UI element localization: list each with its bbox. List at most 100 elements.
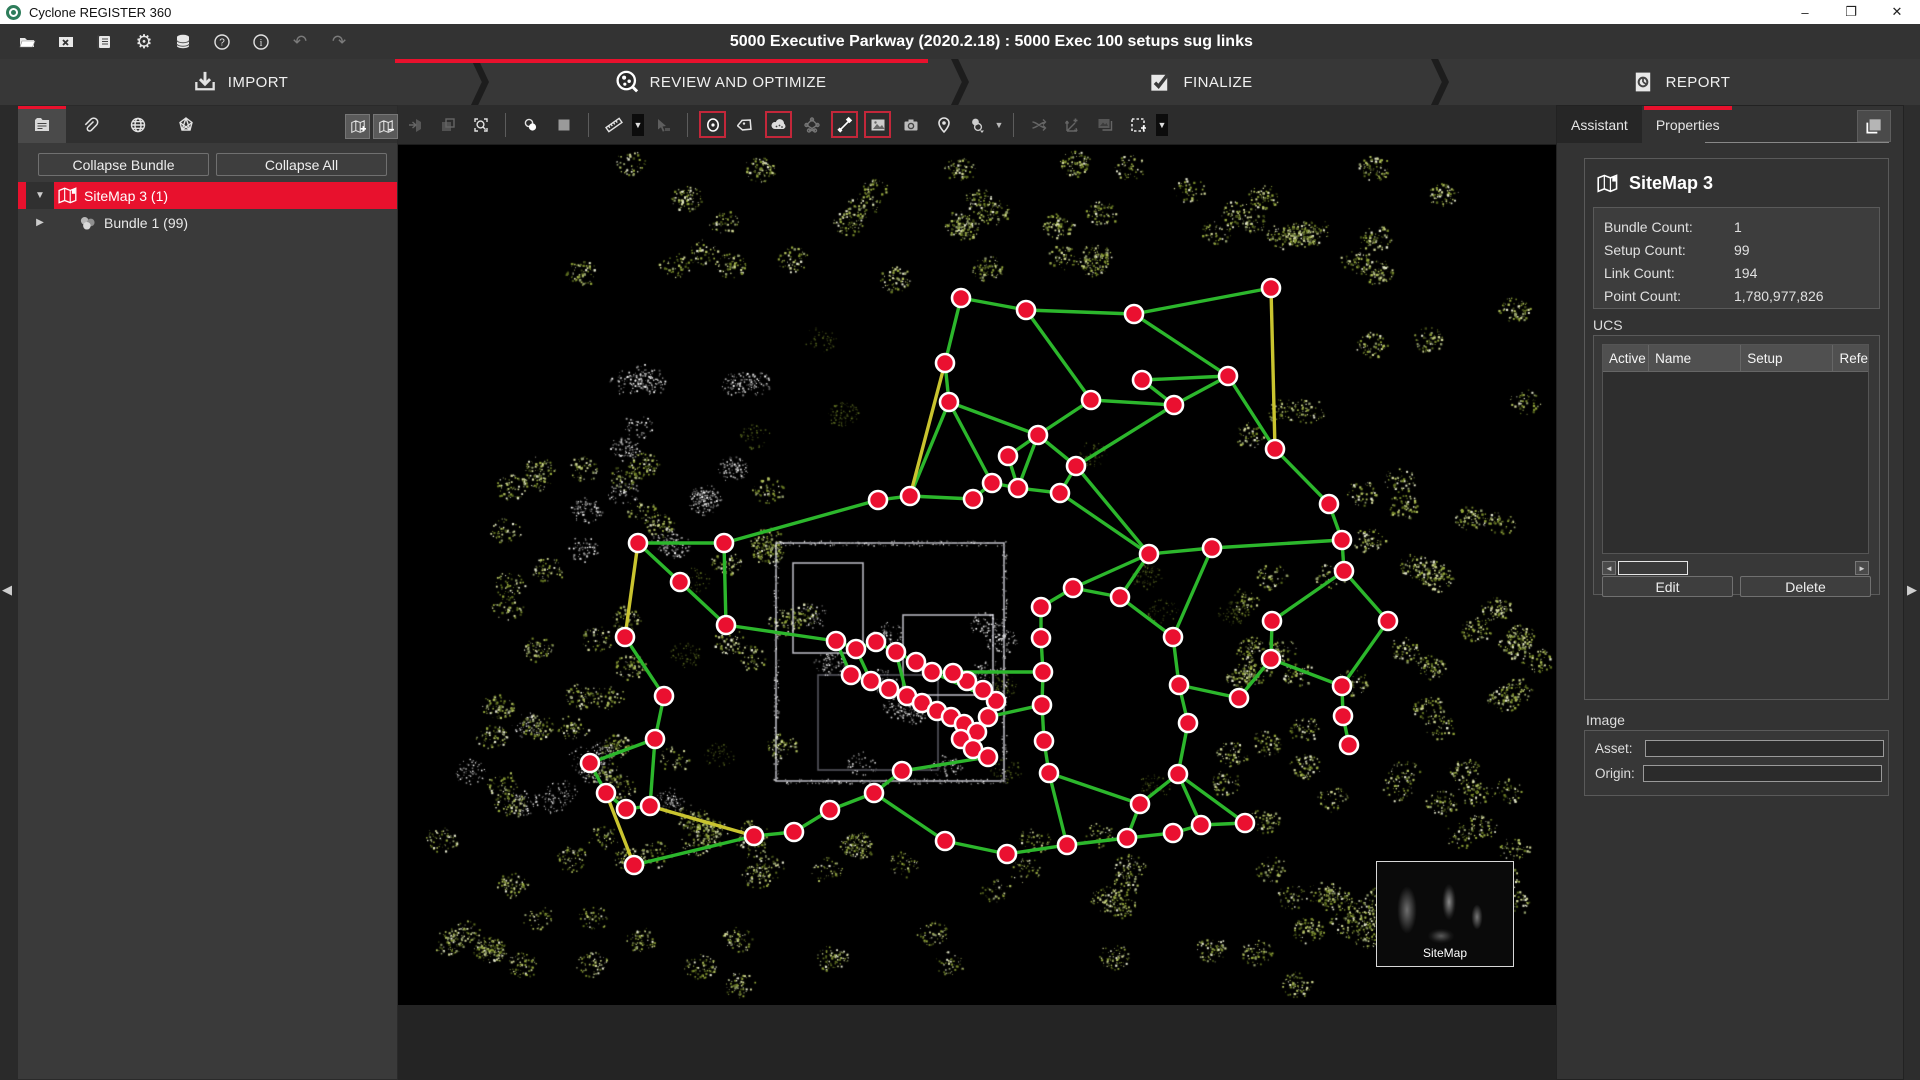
setup-node[interactable] <box>1032 629 1050 647</box>
tab-import[interactable]: IMPORT <box>0 59 480 105</box>
close-button[interactable]: ✕ <box>1874 0 1920 24</box>
setup-node[interactable] <box>887 643 905 661</box>
setup-node[interactable] <box>936 832 954 850</box>
setup-node[interactable] <box>617 800 635 818</box>
setup-node[interactable] <box>880 680 898 698</box>
setup-node[interactable] <box>1067 457 1085 475</box>
expander-icon[interactable]: ▼ <box>26 190 54 201</box>
setup-link[interactable] <box>1142 376 1228 380</box>
toggle-setups-icon[interactable] <box>699 111 726 138</box>
info-icon[interactable]: i <box>250 31 272 53</box>
setup-link[interactable] <box>724 543 726 625</box>
tab-attachments[interactable] <box>66 106 114 143</box>
setup-link[interactable] <box>1342 621 1388 686</box>
toggle-images-icon[interactable] <box>864 111 891 138</box>
setup-node[interactable] <box>1058 836 1076 854</box>
setup-node[interactable] <box>1033 696 1051 714</box>
scroll-thumb[interactable] <box>1618 561 1688 575</box>
setup-node[interactable] <box>1032 598 1050 616</box>
setup-node[interactable] <box>952 289 970 307</box>
ucs-col-active[interactable]: Active <box>1603 345 1649 371</box>
add-sitemap-button[interactable] <box>345 114 370 139</box>
setup-link[interactable] <box>1026 310 1091 400</box>
screenshot-camera-icon[interactable] <box>897 111 924 138</box>
setup-node[interactable] <box>785 823 803 841</box>
setup-node[interactable] <box>865 784 883 802</box>
setup-node[interactable] <box>717 616 735 634</box>
setup-link[interactable] <box>1275 449 1329 504</box>
setup-link[interactable] <box>625 637 664 696</box>
setup-node[interactable] <box>655 687 673 705</box>
setup-node[interactable] <box>964 490 982 508</box>
undo-icon[interactable]: ↶ <box>289 31 311 53</box>
setup-node[interactable] <box>625 856 643 874</box>
toggle-labels-icon[interactable] <box>732 111 759 138</box>
setup-node[interactable] <box>821 801 839 819</box>
tab-web-maps[interactable] <box>114 106 162 143</box>
setup-node[interactable] <box>1140 545 1158 563</box>
setup-node[interactable] <box>1333 531 1351 549</box>
minimize-button[interactable]: – <box>1782 0 1828 24</box>
setup-node[interactable] <box>940 393 958 411</box>
setup-node[interactable] <box>1133 371 1151 389</box>
setup-node[interactable] <box>1034 663 1052 681</box>
setup-link[interactable] <box>634 836 754 865</box>
setup-link[interactable] <box>650 806 754 836</box>
toggle-cloud-icon[interactable] <box>765 111 792 138</box>
setup-node[interactable] <box>1040 764 1058 782</box>
expand-panel-button[interactable] <box>1857 110 1891 142</box>
remove-sitemap-button[interactable] <box>373 114 398 139</box>
setup-node[interactable] <box>1051 484 1069 502</box>
toggle-draw-link-icon[interactable] <box>831 111 858 138</box>
database-icon[interactable] <box>172 31 194 53</box>
setup-node[interactable] <box>869 491 887 509</box>
setup-node[interactable] <box>907 653 925 671</box>
setup-link[interactable] <box>1271 659 1342 686</box>
asset-field[interactable] <box>1645 740 1884 757</box>
overlap-view-icon[interactable] <box>434 111 461 138</box>
tab-report[interactable]: REPORT <box>1440 59 1920 105</box>
setup-node[interactable] <box>847 640 865 658</box>
setup-node[interactable] <box>581 754 599 772</box>
setup-node[interactable] <box>1169 765 1187 783</box>
setup-node[interactable] <box>1333 677 1351 695</box>
tab-assistant[interactable]: Assistant <box>1557 106 1642 143</box>
collapse-left-panel-icon[interactable]: ◀ <box>2 582 12 598</box>
setup-link[interactable] <box>1134 314 1228 376</box>
ucs-hscrollbar[interactable]: ◄ ► <box>1602 560 1869 576</box>
auto-links-icon[interactable] <box>1025 111 1052 138</box>
tab-review-and-optimize[interactable]: REVIEW AND OPTIMIZE <box>480 59 960 105</box>
close-project-icon[interactable] <box>55 31 77 53</box>
setup-node[interactable] <box>936 354 954 372</box>
gray-square-icon[interactable] <box>550 111 577 138</box>
setup-node[interactable] <box>1340 736 1358 754</box>
collapse-right-panel-icon[interactable]: ▶ <box>1907 582 1917 598</box>
geotag-pin-icon[interactable] <box>930 111 957 138</box>
right-collapse-strip[interactable]: ▶ <box>1904 105 1920 1080</box>
help-icon[interactable]: ? <box>211 31 233 53</box>
ucs-col-name[interactable]: Name <box>1649 345 1741 371</box>
ucs-delete-button[interactable]: Delete <box>1740 576 1871 597</box>
tab-graph-view[interactable] <box>162 106 210 143</box>
setup-link[interactable] <box>726 625 836 641</box>
setup-node[interactable] <box>1164 628 1182 646</box>
maximize-button[interactable]: ❐ <box>1828 0 1874 24</box>
setup-link[interactable] <box>1091 400 1174 405</box>
measure-ruler-icon[interactable] <box>600 111 627 138</box>
setup-node[interactable] <box>1219 367 1237 385</box>
setup-node[interactable] <box>998 845 1016 863</box>
setup-node[interactable] <box>1118 829 1136 847</box>
setup-link[interactable] <box>1026 310 1134 314</box>
collapse-bundle-button[interactable]: Collapse Bundle <box>38 153 209 176</box>
select-region-icon[interactable] <box>1124 111 1151 138</box>
setup-node[interactable] <box>867 633 885 651</box>
ucs-table[interactable]: Active Name Setup Refe <box>1602 344 1869 554</box>
ucs-col-reference[interactable]: Refe <box>1833 345 1868 371</box>
dropdown-icon[interactable]: ▼ <box>632 114 644 136</box>
setup-link[interactable] <box>1271 288 1275 449</box>
setup-node[interactable] <box>842 666 860 684</box>
setup-node[interactable] <box>1236 814 1254 832</box>
setup-link[interactable] <box>590 739 655 763</box>
ucs-edit-button[interactable]: Edit <box>1602 576 1733 597</box>
setup-node[interactable] <box>1125 305 1143 323</box>
